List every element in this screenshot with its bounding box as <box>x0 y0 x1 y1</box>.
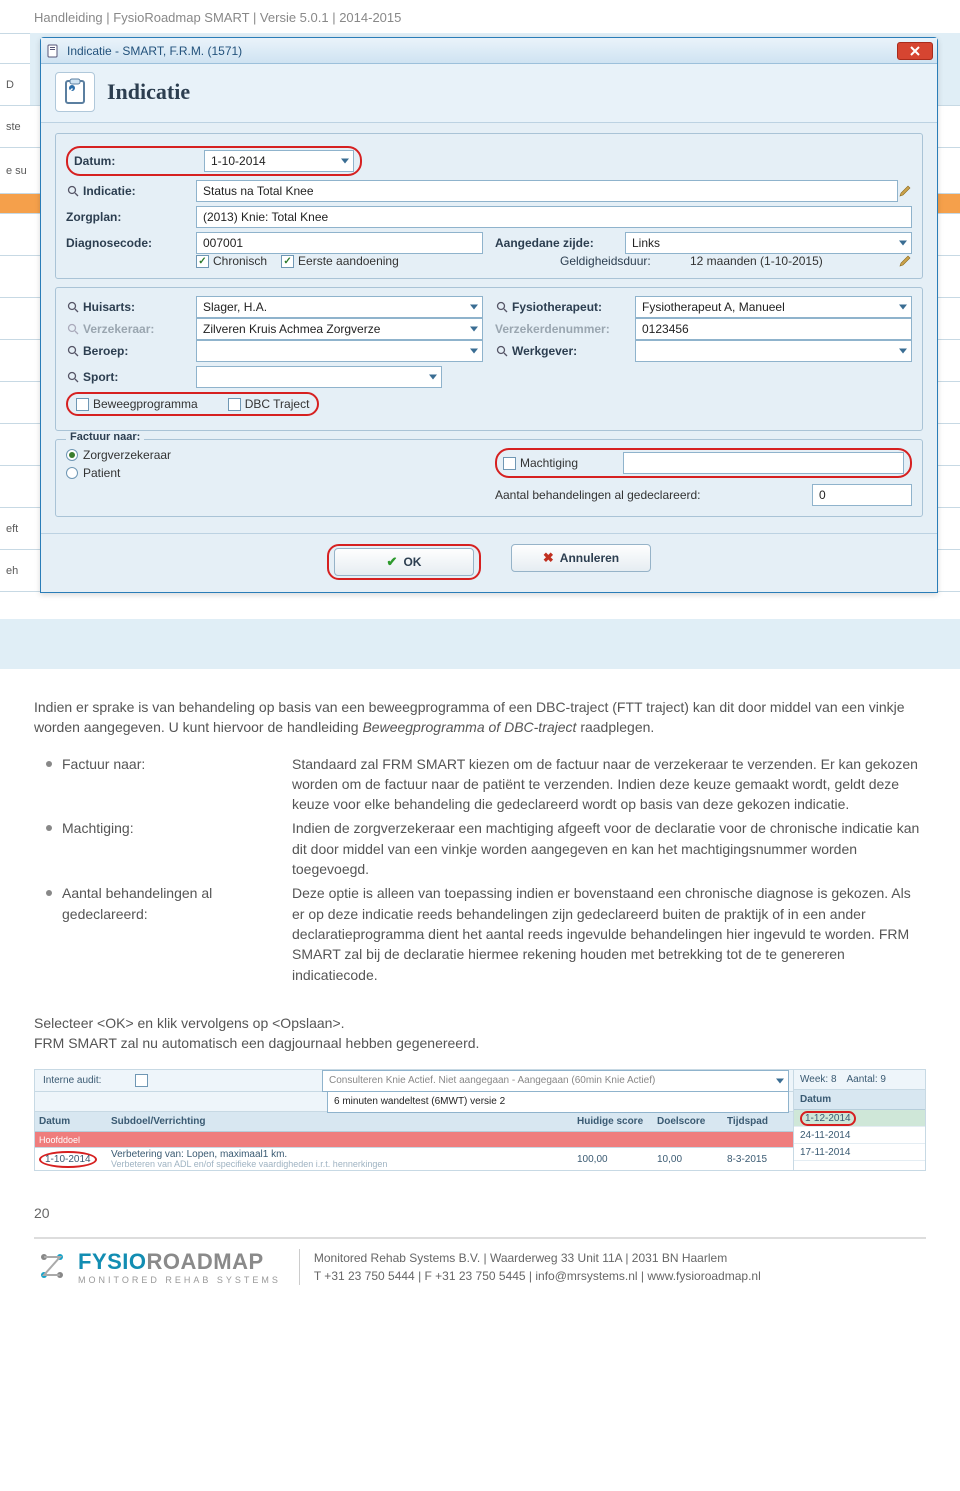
bullet-factuur: Factuur naar: Standaard zal FRM SMART ki… <box>46 754 926 815</box>
dbc-checkbox[interactable]: DBC Traject <box>228 397 310 411</box>
titlebar: Indicatie - SMART, F.R.M. (1571) <box>41 38 937 64</box>
eerste-checkbox[interactable]: ✓Eerste aandoening <box>281 254 399 268</box>
search-icon[interactable] <box>495 300 509 314</box>
search-icon[interactable] <box>495 344 509 358</box>
bullet-aantal: Aantal behandelingen al gedeclareerd: De… <box>46 883 926 984</box>
paragraph-intro: Indien er sprake is van behandeling op b… <box>0 679 960 744</box>
fysio-combo[interactable]: Fysiotherapeut A, Manueel <box>635 296 912 318</box>
aantal-field[interactable]: 0 <box>812 484 912 506</box>
form-body: Datum: 1-10-2014 Indicatie: Status na To… <box>41 123 937 533</box>
verzekeraar-combo[interactable]: Zilveren Kruis Achmea Zorgverze <box>196 318 483 340</box>
huisarts-combo[interactable]: Slager, H.A. <box>196 296 483 318</box>
strip-input[interactable]: 6 minuten wandeltest (6MWT) versie 2 <box>327 1091 789 1113</box>
search-icon[interactable] <box>66 370 80 384</box>
label-verzekerdenr: Verzekerdenummer: <box>495 322 635 336</box>
label-indicatie: Indicatie: <box>66 184 196 198</box>
beroep-combo[interactable] <box>196 340 483 362</box>
side-panel: Week: 8 Aantal: 9 Datum 1-12-2014 24-11-… <box>793 1070 925 1170</box>
label-huisarts: Huisarts: <box>66 300 196 314</box>
journal-strip: Interne audit: Consulteren Knie Actief. … <box>34 1069 926 1171</box>
label-fysio: Fysiotherapeut: <box>495 300 635 314</box>
label-datum: Datum: <box>74 154 204 168</box>
cancel-icon: ✖ <box>543 550 554 566</box>
aangedane-combo[interactable]: Links <box>625 232 912 254</box>
logo-subtext: MONITORED REHAB SYSTEMS <box>78 1275 281 1285</box>
dialog-header: Indicatie <box>41 64 937 123</box>
logo-text: FYSIOROADMAP <box>78 1249 281 1275</box>
sport-combo[interactable] <box>196 366 442 388</box>
clipboard-icon <box>55 72 95 112</box>
radio-zorgverzekeraar[interactable]: Zorgverzekeraar <box>66 448 171 462</box>
zorgplan-field[interactable]: (2013) Knie: Total Knee <box>196 206 912 228</box>
bullet-list: Factuur naar: Standaard zal FRM SMART ki… <box>0 744 960 995</box>
footer-contact: Monitored Rehab Systems B.V. | Waarderwe… <box>299 1249 761 1285</box>
search-icon[interactable] <box>66 184 80 198</box>
indicatie-dialog: Indicatie - SMART, F.R.M. (1571) Indicat… <box>40 37 938 593</box>
machtiging-field[interactable] <box>623 452 904 474</box>
chronisch-checkbox[interactable]: ✓Chronisch <box>196 254 267 268</box>
strip-band: Hoofddoel <box>35 1132 793 1148</box>
datum-field[interactable]: 1-10-2014 <box>204 150 354 172</box>
label-beroep: Beroep: <box>66 344 196 358</box>
page-number: 20 <box>0 1175 960 1227</box>
search-icon[interactable] <box>66 344 80 358</box>
label-aangedane: Aangedane zijde: <box>495 236 625 250</box>
paragraph-closing: Selecteer <OK> en klik vervolgens op <Op… <box>0 995 960 1060</box>
label-audit: Interne audit: <box>39 1075 129 1086</box>
side-date[interactable]: 17-11-2014 <box>794 1144 925 1161</box>
indicatie-field[interactable]: Status na Total Knee <box>196 180 898 202</box>
pencil-icon[interactable] <box>898 184 912 198</box>
label-zorgplan: Zorgplan: <box>66 210 196 224</box>
search-icon <box>66 322 80 336</box>
werkgever-combo[interactable] <box>635 340 912 362</box>
row-date: 1-10-2014 <box>39 1151 97 1168</box>
machtiging-checkbox[interactable]: Machtiging <box>503 456 623 470</box>
ok-button[interactable]: ✔ OK <box>334 548 474 576</box>
label-verzekeraar: Verzekeraar: <box>66 322 196 336</box>
beweeg-checkbox[interactable]: Beweegprogramma <box>76 397 198 411</box>
side-date[interactable]: 24-11-2014 <box>794 1127 925 1144</box>
side-date-sel[interactable]: 1-12-2014 <box>794 1110 925 1127</box>
logo-icon <box>34 1249 70 1285</box>
strip-row[interactable]: 1-10-2014 Verbetering van: Lopen, maxima… <box>35 1148 793 1170</box>
window-title: Indicatie - SMART, F.R.M. (1571) <box>67 44 242 58</box>
radio-patient[interactable]: Patient <box>66 466 120 480</box>
dialog-heading: Indicatie <box>107 79 190 105</box>
annuleren-button[interactable]: ✖ Annuleren <box>511 544 651 572</box>
label-geldigheid: Geldigheidsduur: <box>560 254 690 268</box>
footer: FYSIOROADMAP MONITORED REHAB SYSTEMS Mon… <box>34 1237 926 1285</box>
legend-factuurnaar: Factuur naar: <box>66 431 144 443</box>
verzekerdenr-field[interactable]: 0123456 <box>635 318 912 340</box>
close-button[interactable] <box>897 42 933 60</box>
label-diagnosecode: Diagnosecode: <box>66 236 196 250</box>
strip-header: Datum Subdoel/Verrichting Huidige score … <box>35 1112 793 1132</box>
check-icon: ✔ <box>387 554 398 570</box>
label-werkgever: Werkgever: <box>495 344 635 358</box>
bullet-machtiging: Machtiging: Indien de zorgverzekeraar ee… <box>46 818 926 879</box>
search-icon[interactable] <box>66 300 80 314</box>
label-aantal: Aantal behandelingen al gedeclareerd: <box>495 488 812 502</box>
dialog-screenshot: D ste e su eft eh Indicatie - SMART, F.R… <box>0 33 960 669</box>
label-sport: Sport: <box>66 370 196 384</box>
geldigheid-value: 12 maanden (1-10-2015) <box>690 254 898 268</box>
document-icon <box>45 43 61 59</box>
dialog-buttons: ✔ OK ✖ Annuleren <box>41 533 937 592</box>
page-header: Handleiding | FysioRoadmap SMART | Versi… <box>0 0 960 33</box>
pencil-icon[interactable] <box>898 254 912 268</box>
audit-checkbox[interactable] <box>135 1074 148 1087</box>
diagnosecode-field[interactable]: 007001 <box>196 232 483 254</box>
strip-combo[interactable]: Consulteren Knie Actief. Niet aangegaan … <box>322 1070 789 1092</box>
